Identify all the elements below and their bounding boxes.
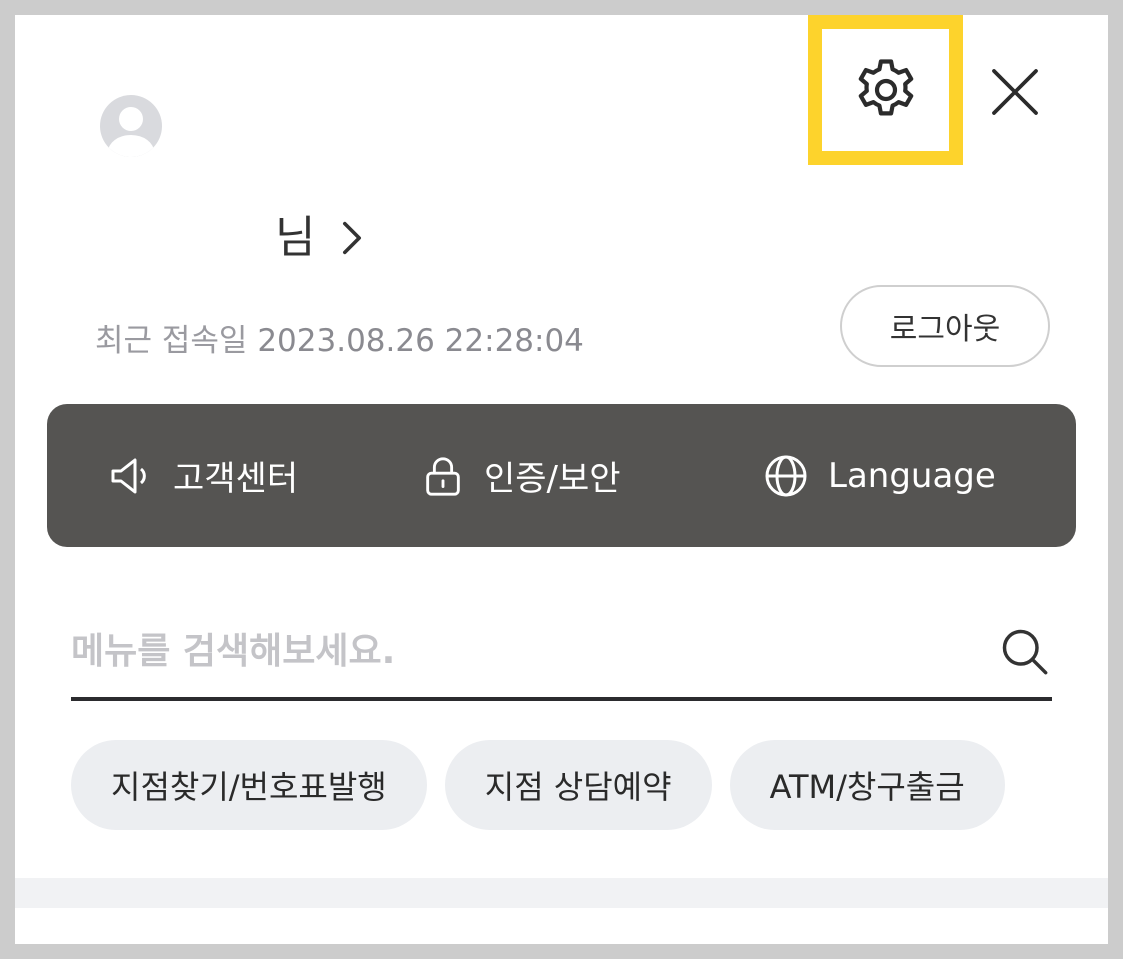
- user-name: [100, 233, 275, 243]
- logout-button[interactable]: 로그아웃: [840, 285, 1050, 367]
- chip-branch-finder[interactable]: 지점찾기/번호표발행: [71, 740, 427, 830]
- quick-item-customer-center[interactable]: 고객센터: [107, 404, 298, 547]
- chips-fade-overlay: [1058, 740, 1108, 832]
- menu-search: [71, 605, 1052, 701]
- last-login-label: 최근 접속일: [95, 323, 248, 359]
- quick-item-label: Language: [828, 455, 996, 496]
- quick-item-language[interactable]: Language: [762, 404, 996, 547]
- user-avatar-icon[interactable]: [100, 95, 162, 157]
- chip-atm-withdrawal[interactable]: ATM/창구출금: [729, 740, 1005, 830]
- menu-screen: 님 최근 접속일 2023.08.26 22:28:04 로그아웃 고객센터 인…: [15, 15, 1108, 944]
- chevron-right-icon: [341, 220, 363, 256]
- close-icon: [992, 69, 1038, 115]
- honorific-label: 님: [275, 212, 316, 263]
- gear-icon: [858, 59, 913, 116]
- quick-menu-bar: 고객센터 인증/보안 Language: [47, 404, 1076, 547]
- section-divider: [15, 878, 1108, 908]
- globe-icon: [765, 455, 807, 496]
- quick-item-label: 고객센터: [173, 459, 299, 499]
- settings-button[interactable]: [808, 15, 963, 165]
- search-icon: [1002, 629, 1048, 675]
- last-login-info: 최근 접속일 2023.08.26 22:28:04: [95, 315, 584, 360]
- shortcut-chips: 지점찾기/번호표발행 지점 상담예약 ATM/창구출금: [71, 740, 1108, 832]
- search-input[interactable]: [71, 605, 971, 697]
- search-button[interactable]: [996, 623, 1052, 679]
- last-login-time: 2023.08.26 22:28:04: [257, 323, 584, 359]
- megaphone-icon: [111, 458, 146, 493]
- lock-icon: [426, 456, 460, 496]
- user-name-link[interactable]: 님: [100, 203, 363, 273]
- quick-item-auth-security[interactable]: 인증/보안: [420, 404, 621, 547]
- quick-item-label: 인증/보안: [484, 459, 621, 499]
- chip-branch-consult[interactable]: 지점 상담예약: [444, 740, 712, 830]
- close-button[interactable]: [983, 60, 1047, 124]
